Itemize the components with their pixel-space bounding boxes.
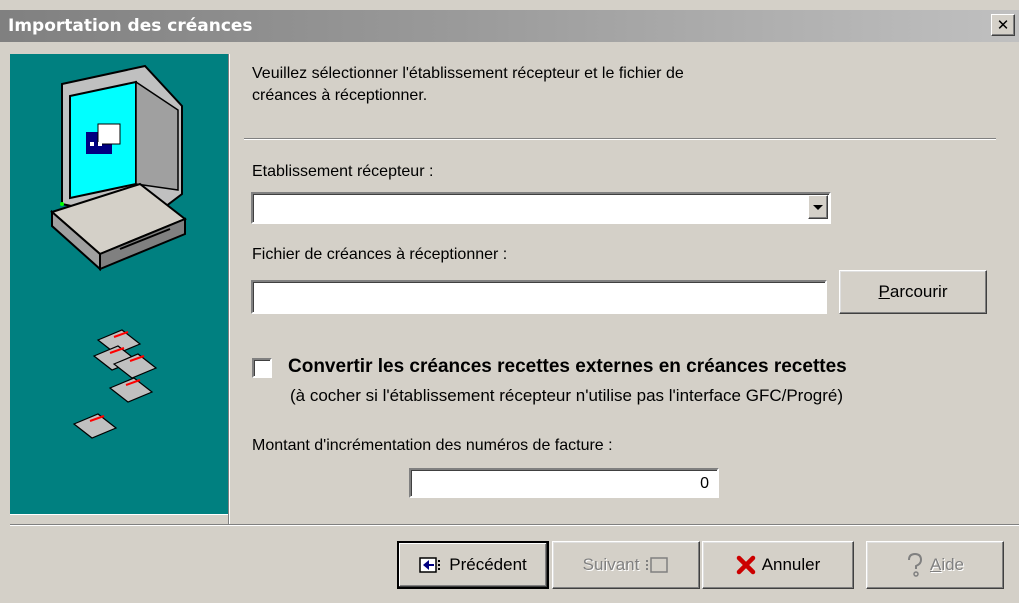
chevron-down-icon — [813, 204, 823, 210]
footer-separator — [10, 524, 1019, 526]
close-button[interactable]: ✕ — [991, 14, 1015, 36]
increment-value: 0 — [700, 475, 709, 492]
cancel-button[interactable]: Annuler — [702, 541, 854, 589]
cancel-x-icon — [736, 555, 755, 575]
intro-line-2: créances à réceptionner. — [252, 87, 428, 104]
help-label: Aide — [929, 555, 965, 574]
fichier-input[interactable] — [251, 280, 827, 314]
previous-label: Précédent — [449, 555, 527, 574]
help-button[interactable]: Aide — [866, 541, 1004, 589]
intro-separator — [244, 138, 996, 140]
etablissement-combobox[interactable] — [251, 192, 831, 224]
convert-checkbox[interactable] — [252, 358, 272, 378]
convert-note: (à cocher si l'établissement récepteur n… — [290, 386, 844, 405]
fichier-label: Fichier de créances à réceptionner : — [252, 246, 508, 263]
increment-label: Montant d'incrémentation des numéros de … — [252, 437, 613, 454]
title-bar: Importation des créances ✕ — [0, 10, 1019, 42]
prev-icon — [419, 557, 441, 573]
increment-input[interactable]: 0 — [409, 468, 719, 498]
intro-line-1: Veuillez sélectionner l'établissement ré… — [252, 65, 684, 82]
browse-label: Parcourir — [878, 282, 948, 301]
next-label: Suivant — [582, 555, 640, 574]
etablissement-label: Etablissement récepteur : — [252, 163, 434, 180]
etablissement-dropdown-button[interactable] — [808, 195, 828, 219]
previous-button[interactable]: Précédent — [397, 541, 549, 589]
browse-button[interactable]: Parcourir — [839, 270, 987, 314]
help-question-icon — [907, 553, 922, 577]
side-panel-ledge — [10, 514, 228, 524]
next-icon — [646, 557, 669, 573]
close-icon: ✕ — [996, 16, 1010, 34]
window-title: Importation des créances — [8, 16, 253, 36]
convert-label[interactable]: Convertir les créances recettes externes… — [288, 355, 847, 379]
wizard-side-panel — [10, 54, 228, 514]
cancel-label: Annuler — [761, 555, 821, 574]
floppy-disk-icon — [72, 329, 158, 439]
next-button[interactable]: Suivant — [552, 541, 700, 589]
panel-divider — [228, 54, 230, 524]
